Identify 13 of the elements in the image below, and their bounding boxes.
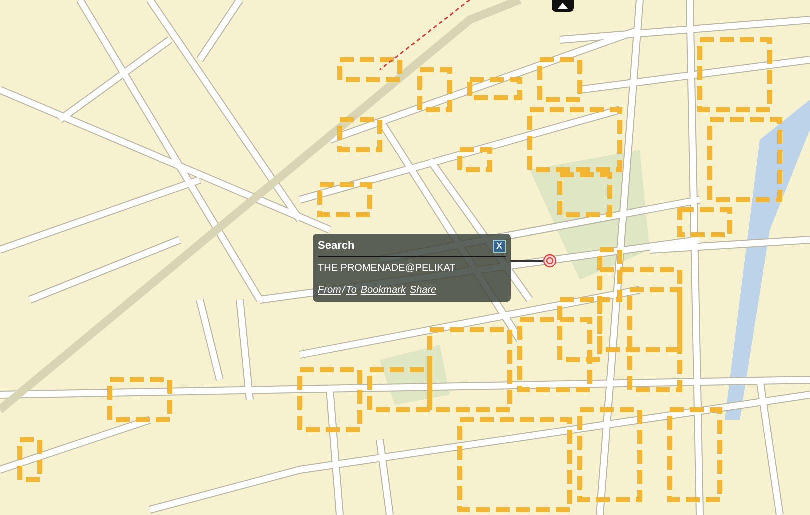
- place-name: THE PROMENADE@PELIKAT: [318, 262, 457, 276]
- map-view[interactable]: Search X THE PROMENADE@PELIKAT From/To Bookmark Share: [0, 0, 810, 515]
- leader-line: [510, 260, 546, 263]
- popup-link[interactable]: From: [318, 282, 342, 298]
- popup-link[interactable]: To: [346, 282, 357, 298]
- pan-up-button[interactable]: [552, 0, 574, 12]
- popup-link[interactable]: Share: [410, 282, 437, 298]
- location-marker-icon: [543, 254, 557, 268]
- link-separator: /: [342, 284, 346, 298]
- triangle-up-icon: [558, 3, 568, 9]
- popup-link[interactable]: Bookmark: [360, 282, 406, 298]
- popup-title: Search: [318, 239, 355, 254]
- close-button[interactable]: X: [493, 240, 506, 253]
